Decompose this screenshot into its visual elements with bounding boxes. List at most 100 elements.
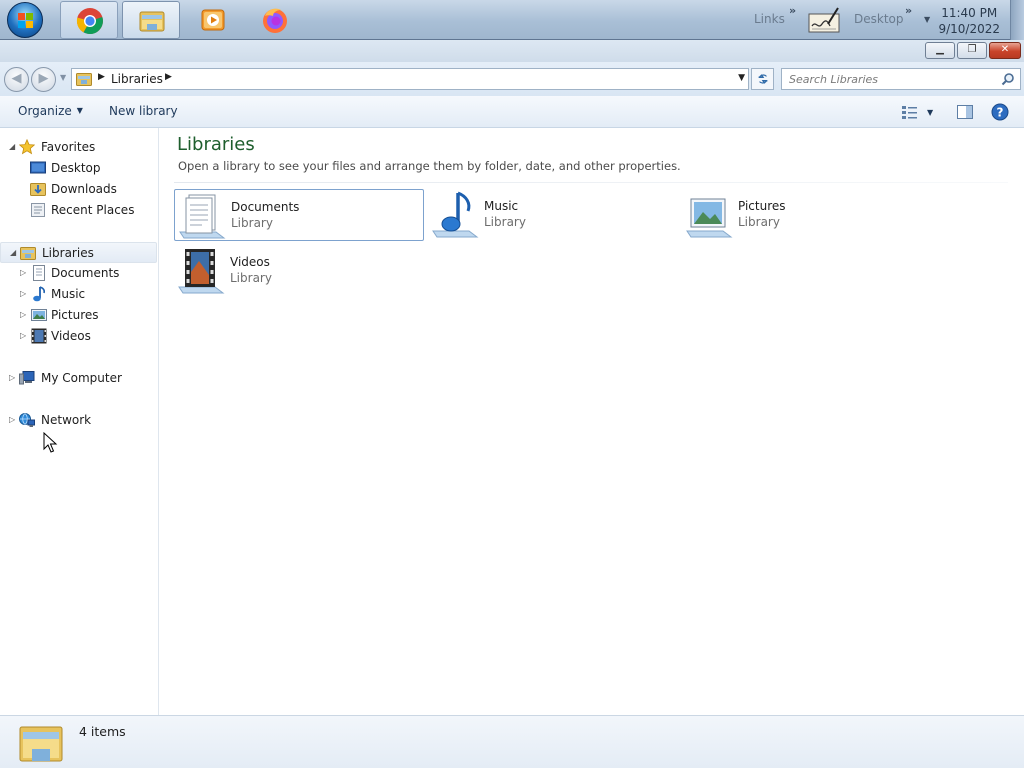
taskbar-explorer-button[interactable]	[122, 1, 180, 39]
new-library-button[interactable]: New library	[109, 104, 178, 118]
folder-icon	[19, 726, 63, 762]
desktop-toolbar-label[interactable]: Desktop	[854, 12, 904, 26]
collapsed-triangle-icon[interactable]: ▷	[9, 373, 15, 382]
music-library-icon	[432, 191, 479, 238]
videos-library-icon	[178, 249, 225, 294]
command-bar: Organize ▼ New library ▼ ?	[0, 96, 1024, 128]
recent-places-icon	[31, 203, 45, 217]
restore-button[interactable]: ❐	[957, 42, 987, 59]
view-options-dropdown-icon[interactable]: ▼	[927, 108, 933, 117]
breadcrumb-root-arrow-icon[interactable]: ▶	[98, 72, 105, 82]
pictures-library-icon	[686, 198, 733, 238]
tile-music-kind: Library	[484, 215, 526, 229]
page-title: Libraries	[177, 134, 255, 155]
nav-libraries[interactable]: ◢ Libraries	[0, 242, 157, 263]
details-pane: 4 items	[0, 715, 1024, 768]
tile-videos-name: Videos	[230, 255, 270, 269]
expanded-triangle-icon[interactable]: ◢	[9, 142, 15, 151]
collapsed-triangle-icon[interactable]: ▷	[20, 331, 26, 340]
nav-network[interactable]: ▷ Network	[0, 410, 157, 431]
forward-button[interactable]: ▶	[31, 67, 56, 92]
desktop-signature-icon[interactable]	[808, 6, 840, 34]
libraries-icon	[20, 247, 36, 260]
nav-recent-places[interactable]: Recent Places	[0, 200, 157, 221]
minimize-button[interactable]: ▁	[925, 42, 955, 59]
nav-documents[interactable]: ▷ Documents	[0, 263, 157, 284]
help-icon[interactable]: ?	[991, 103, 1009, 121]
recent-pages-dropdown[interactable]: ▼	[60, 73, 66, 82]
nav-desktop[interactable]: Desktop	[0, 158, 157, 179]
search-box[interactable]	[781, 68, 1021, 90]
organize-button[interactable]: Organize ▼	[18, 104, 83, 118]
tile-documents-kind: Library	[231, 216, 273, 230]
downloads-folder-icon	[30, 183, 46, 196]
show-desktop-button[interactable]	[1010, 0, 1024, 40]
organize-caret-icon: ▼	[76, 106, 83, 115]
nav-favorites[interactable]: ◢ Favorites	[0, 137, 157, 158]
collapsed-triangle-icon[interactable]: ▷	[20, 268, 26, 277]
tile-pictures-kind: Library	[738, 215, 780, 229]
clock-time: 11:40 PM	[941, 6, 998, 20]
search-icon[interactable]	[1001, 72, 1015, 86]
refresh-button[interactable]	[751, 68, 774, 90]
collapsed-triangle-icon[interactable]: ▷	[9, 415, 15, 424]
libraries-folder-icon	[76, 73, 92, 86]
nav-my-computer[interactable]: ▷ My Computer	[0, 368, 157, 389]
start-button[interactable]	[7, 2, 43, 38]
breadcrumb-libraries[interactable]: Libraries	[111, 72, 163, 86]
tile-pictures-name: Pictures	[738, 199, 786, 213]
back-arrow-icon: ◀	[11, 71, 22, 86]
item-count: 4 items	[79, 724, 126, 739]
nav-videos[interactable]: ▷ Videos	[0, 326, 157, 347]
nav-videos-label: Videos	[51, 329, 91, 343]
notification-arrow-icon[interactable]: ▼	[924, 15, 930, 24]
taskbar-firefox-button[interactable]	[246, 1, 304, 39]
nav-libraries-label: Libraries	[42, 246, 94, 260]
nav-pictures[interactable]: ▷ Pictures	[0, 305, 157, 326]
content-area: Libraries Open a library to see your fil…	[160, 128, 1024, 715]
change-view-icon[interactable]	[901, 103, 919, 121]
address-row: ◀ ▶ ▼ ▶ Libraries ▶ ▼	[0, 62, 1024, 96]
firefox-icon	[263, 8, 287, 33]
breadcrumb-libraries-arrow-icon[interactable]: ▶	[165, 72, 172, 82]
library-tile-documents[interactable]: Documents Library	[174, 189, 424, 241]
search-input[interactable]	[782, 69, 992, 89]
close-button[interactable]: ✕	[989, 42, 1021, 59]
library-tile-videos[interactable]: Videos Library	[174, 245, 424, 297]
taskbar-clock[interactable]: 11:40 PM 9/10/2022	[938, 5, 1000, 37]
pictures-icon	[31, 309, 47, 321]
chrome-icon	[76, 8, 103, 35]
nav-downloads-label: Downloads	[51, 182, 117, 196]
preview-pane-icon[interactable]	[956, 103, 974, 121]
nav-favorites-label: Favorites	[41, 140, 96, 154]
page-description: Open a library to see your files and arr…	[178, 159, 681, 173]
expanded-triangle-icon[interactable]: ◢	[10, 248, 16, 257]
address-history-dropdown[interactable]: ▼	[738, 73, 745, 83]
links-toolbar-label[interactable]: Links	[754, 12, 785, 26]
collapsed-triangle-icon[interactable]: ▷	[20, 289, 26, 298]
links-chevron-icon[interactable]: »	[789, 4, 796, 17]
forward-arrow-icon: ▶	[38, 71, 49, 86]
collapsed-triangle-icon[interactable]: ▷	[20, 310, 26, 319]
address-bar[interactable]: ▶ Libraries ▶ ▼	[71, 68, 749, 90]
tile-documents-name: Documents	[231, 200, 300, 214]
star-icon	[19, 139, 35, 155]
nav-music[interactable]: ▷ Music	[0, 284, 157, 305]
taskbar-chrome-button[interactable]	[60, 1, 118, 39]
taskbar: Links » Desktop » ▼ 11:40 PM 9/10/2022	[0, 0, 1024, 40]
nav-desktop-label: Desktop	[51, 161, 101, 175]
nav-pictures-label: Pictures	[51, 308, 99, 322]
music-icon	[33, 286, 45, 302]
desktop-chevron-icon[interactable]: »	[905, 4, 912, 17]
nav-downloads[interactable]: Downloads	[0, 179, 157, 200]
library-tile-music[interactable]: Music Library	[428, 189, 678, 241]
desktop-icon	[30, 161, 46, 174]
nav-network-label: Network	[41, 413, 92, 427]
network-icon	[19, 413, 35, 427]
taskbar-media-player-button[interactable]	[184, 1, 242, 39]
back-button[interactable]: ◀	[4, 67, 29, 92]
refresh-icon	[758, 74, 767, 84]
mouse-cursor-icon	[43, 432, 58, 453]
library-tile-pictures[interactable]: Pictures Library	[682, 189, 932, 241]
clock-date: 9/10/2022	[938, 22, 1000, 36]
